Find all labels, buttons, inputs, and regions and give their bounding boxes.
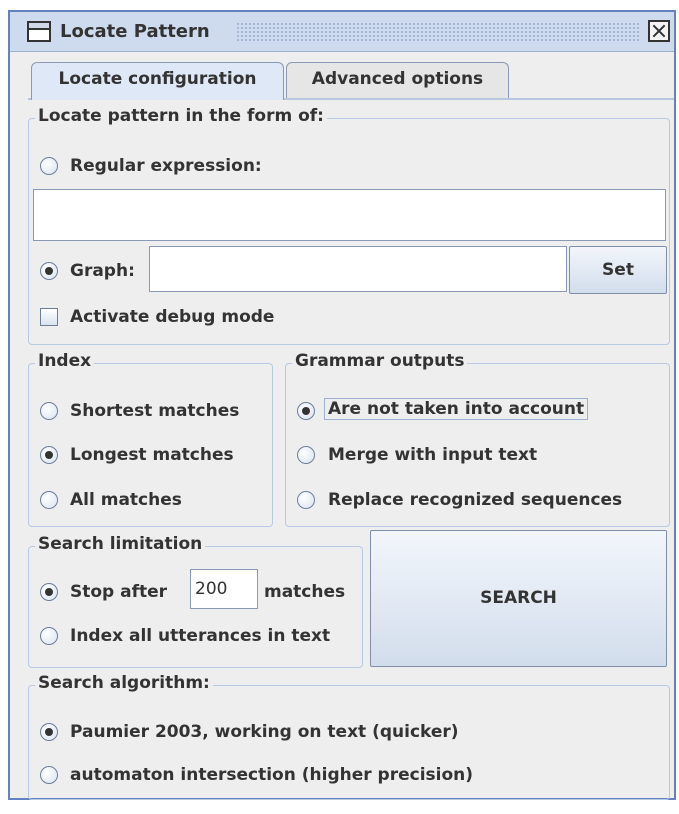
window-icon: [27, 21, 51, 42]
automaton-label: automaton intersection (higher precision…: [70, 765, 474, 785]
locate-pattern-window: Locate Pattern Locate configuration Adva…: [8, 10, 676, 800]
index-longest-radio[interactable]: [40, 446, 58, 464]
index-all-radio[interactable]: [40, 491, 58, 509]
title-bar[interactable]: Locate Pattern: [10, 12, 674, 52]
index-longest-label: Longest matches: [70, 445, 234, 465]
index-shortest-label: Shortest matches: [70, 401, 240, 421]
graph-radio[interactable]: [40, 262, 58, 280]
tab-advanced-options[interactable]: Advanced options: [286, 62, 509, 98]
grammar-replace-radio[interactable]: [297, 491, 315, 509]
grammar-not-taken-label: Are not taken into account: [324, 398, 589, 420]
title-bar-grip: [236, 22, 641, 42]
paumier-label: Paumier 2003, working on text (quicker): [70, 722, 459, 742]
graph-input[interactable]: [149, 246, 567, 292]
locate-pattern-legend: Locate pattern in the form of:: [35, 106, 327, 126]
automaton-radio[interactable]: [40, 766, 58, 784]
stop-after-label: Stop after: [70, 582, 168, 602]
index-all-utterances-label: Index all utterances in text: [70, 626, 331, 646]
search-button[interactable]: SEARCH: [370, 530, 667, 667]
stop-after-input[interactable]: 200: [190, 569, 258, 609]
index-all-utterances-radio[interactable]: [40, 627, 58, 645]
matches-label: matches: [264, 582, 346, 602]
index-shortest-radio[interactable]: [40, 402, 58, 420]
regex-label: Regular expression:: [70, 156, 262, 176]
debug-label: Activate debug mode: [70, 307, 275, 327]
debug-checkbox[interactable]: [40, 308, 58, 326]
index-legend: Index: [35, 351, 95, 371]
paumier-radio[interactable]: [40, 723, 58, 741]
grammar-outputs-legend: Grammar outputs: [292, 351, 468, 371]
grammar-merge-radio[interactable]: [297, 446, 315, 464]
regex-radio[interactable]: [40, 157, 58, 175]
graph-label: Graph:: [70, 261, 135, 281]
regex-input[interactable]: [33, 189, 666, 241]
grammar-replace-label: Replace recognized sequences: [328, 490, 623, 510]
window-title: Locate Pattern: [60, 21, 210, 42]
grammar-merge-label: Merge with input text: [328, 445, 538, 465]
set-button[interactable]: Set: [569, 246, 667, 294]
search-limitation-legend: Search limitation: [35, 534, 206, 554]
close-icon[interactable]: [648, 20, 670, 42]
grammar-not-taken-radio[interactable]: [297, 402, 315, 420]
tab-locate-configuration[interactable]: Locate configuration: [31, 62, 284, 100]
search-algorithm-legend: Search algorithm:: [35, 673, 213, 693]
stop-after-radio[interactable]: [40, 583, 58, 601]
index-all-label: All matches: [70, 490, 182, 510]
